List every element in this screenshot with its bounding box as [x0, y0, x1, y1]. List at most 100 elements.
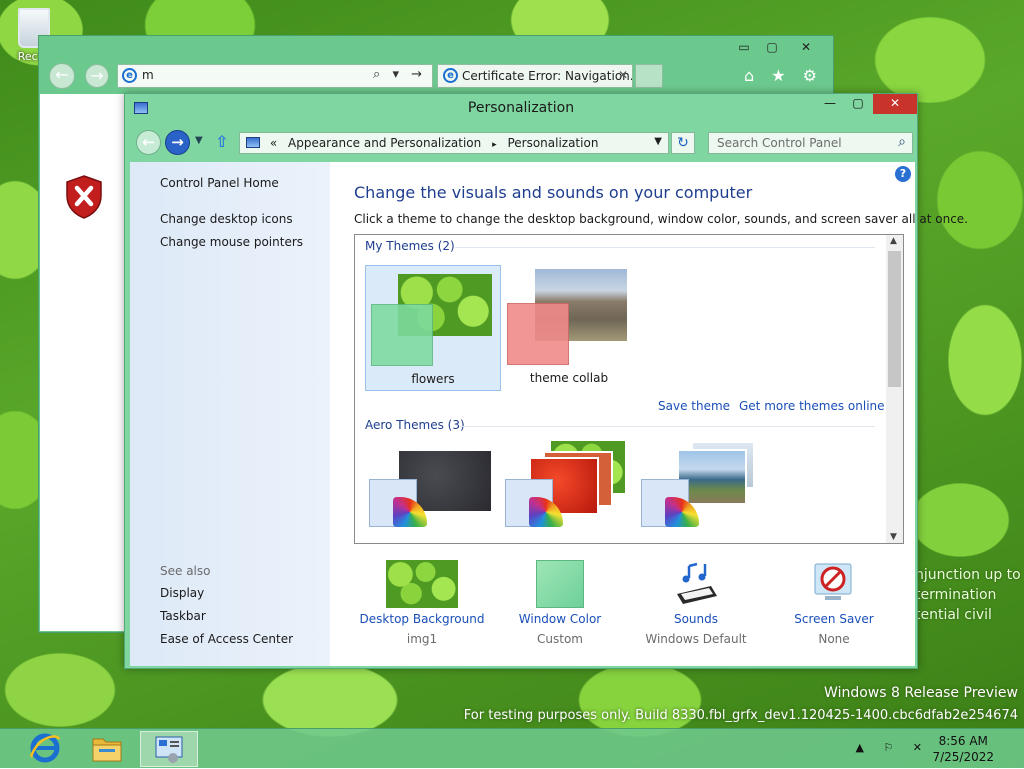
- see-also-taskbar[interactable]: Taskbar: [160, 609, 206, 623]
- aero-theme-tile-landscapes[interactable]: [637, 441, 773, 543]
- theme-tile-theme-collab[interactable]: theme collab: [501, 265, 637, 391]
- clock[interactable]: 8:56 AM 7/25/2022: [932, 733, 994, 765]
- arrow-left-icon: ←: [142, 133, 155, 151]
- refresh-icon: ↻: [677, 135, 689, 151]
- screen-saver-icon: [814, 563, 852, 600]
- window-color-setting[interactable]: Window Color Custom: [495, 560, 625, 646]
- taskbar: ▲ ⚐ ✕ 8:56 AM 7/25/2022: [0, 728, 1024, 768]
- taskbar-file-explorer[interactable]: [78, 731, 136, 767]
- theme-list[interactable]: My Themes (2) flowers theme collab Save …: [354, 234, 904, 544]
- personalization-window[interactable]: Personalization — ▢ ✕ ← → ▼ ⇧ « Appearan…: [124, 93, 968, 669]
- close-button[interactable]: ✕: [873, 94, 917, 114]
- scroll-up-icon[interactable]: ▲: [890, 236, 897, 246]
- background-text-line: tential civil: [915, 607, 992, 623]
- background-text-line: njunction up to: [915, 567, 1021, 583]
- setting-name: Sounds: [673, 612, 719, 626]
- theme-color-swatch: [507, 303, 569, 365]
- breadcrumb-item-appearance[interactable]: Appearance and Personalization: [288, 136, 481, 150]
- maximize-button[interactable]: ▢: [845, 94, 871, 114]
- taskbar-internet-explorer[interactable]: [16, 731, 74, 767]
- screen-saver-setting[interactable]: Screen Saver None: [769, 560, 899, 646]
- theme-color-swatch: [371, 304, 433, 366]
- address-tools-icon[interactable]: ⌕ ▾ →: [373, 67, 426, 82]
- sidebar-item-change-desktop-icons[interactable]: Change desktop icons: [160, 212, 293, 226]
- ie-new-tab-button[interactable]: [635, 64, 663, 88]
- ie-close-button[interactable]: ✕: [793, 38, 819, 56]
- watermark-build: For testing purposes only. Build 8330.fb…: [463, 708, 1018, 723]
- taskbar-control-panel[interactable]: [140, 731, 198, 767]
- setting-value: Windows Default: [645, 632, 747, 646]
- page-subtitle: Click a theme to change the desktop back…: [354, 212, 968, 226]
- minimize-button[interactable]: —: [817, 94, 843, 114]
- setting-value: None: [818, 632, 850, 646]
- ie-logo-icon: e: [443, 68, 458, 83]
- ie-address-value: m: [142, 68, 154, 82]
- control-panel-icon: [155, 736, 183, 763]
- refresh-button[interactable]: ↻: [671, 132, 695, 154]
- ie-home-favorites-tools-icons[interactable]: ⌂ ★ ⚙: [744, 66, 823, 85]
- search-input[interactable]: Search Control Panel ⌕: [708, 132, 913, 154]
- search-icon[interactable]: ⌕: [898, 134, 906, 150]
- watermark-edition: Windows 8 Release Preview: [824, 685, 1018, 701]
- aero-theme-tile-dark[interactable]: [365, 443, 501, 543]
- arrow-right-icon: →: [171, 133, 184, 151]
- scrollbar-thumb[interactable]: [888, 251, 901, 387]
- background-text-line: termination: [915, 587, 997, 603]
- sidebar-item-change-mouse-pointers[interactable]: Change mouse pointers: [160, 235, 303, 249]
- clock-time: 8:56 AM: [938, 734, 988, 748]
- theme-tile-flowers[interactable]: flowers: [365, 265, 501, 391]
- page-title: Change the visuals and sounds on your co…: [354, 183, 753, 202]
- ie-back-button[interactable]: ←: [49, 63, 75, 89]
- sounds-icon: [677, 562, 717, 604]
- ie-tab-title: Certificate Error: Navigation...: [462, 69, 633, 83]
- arrow-left-icon: ←: [55, 65, 69, 84]
- close-tab-icon[interactable]: ✕: [618, 68, 628, 82]
- arrow-right-icon: →: [90, 66, 104, 85]
- clock-date: 7/25/2022: [932, 750, 994, 764]
- file-explorer-icon: [92, 738, 122, 762]
- help-icon[interactable]: ?: [895, 166, 911, 182]
- breadcrumb[interactable]: « Appearance and Personalization ▸ Perso…: [239, 132, 669, 154]
- aero-themes-heading: Aero Themes (3): [365, 418, 465, 432]
- sidebar: Control Panel Home Change desktop icons …: [130, 162, 330, 666]
- aero-theme-tile-flowers[interactable]: [501, 441, 637, 543]
- window-color-swatch: [536, 560, 584, 608]
- setting-name: Screen Saver: [794, 612, 874, 626]
- recent-pages-chevron-down-icon[interactable]: ▼: [195, 135, 203, 146]
- ie-logo-icon: e: [122, 68, 137, 83]
- certificate-error-shield-icon: [66, 175, 102, 219]
- breadcrumb-overflow[interactable]: «: [270, 136, 277, 150]
- theme-list-scrollbar[interactable]: ▲ ▼: [886, 235, 903, 543]
- window-title: Personalization: [467, 100, 575, 116]
- see-also-ease-of-access[interactable]: Ease of Access Center: [160, 632, 293, 646]
- setting-value: Custom: [537, 632, 583, 646]
- breadcrumb-separator-icon[interactable]: ▸: [492, 140, 497, 150]
- section-divider: [455, 247, 875, 248]
- ie-maximize-button[interactable]: ▢: [759, 38, 785, 56]
- system-tray-icons[interactable]: ▲ ⚐ ✕: [855, 741, 930, 754]
- breadcrumb-item-personalization[interactable]: Personalization: [507, 136, 598, 150]
- content-area: Control Panel Home Change desktop icons …: [130, 162, 968, 666]
- theme-name: theme collab: [529, 371, 609, 385]
- get-more-themes-link[interactable]: Get more themes online: [739, 399, 885, 413]
- ie-tab-certificate-error[interactable]: e Certificate Error: Navigation... ✕: [437, 64, 633, 88]
- save-theme-link[interactable]: Save theme: [658, 399, 730, 413]
- sidebar-item-control-panel-home[interactable]: Control Panel Home: [160, 176, 279, 190]
- scroll-down-icon[interactable]: ▼: [890, 532, 897, 542]
- sounds-setting[interactable]: Sounds Windows Default: [631, 560, 761, 646]
- see-also-display[interactable]: Display: [160, 586, 204, 600]
- forward-button[interactable]: →: [165, 130, 190, 155]
- desktop-background-setting[interactable]: Desktop Background img1: [357, 560, 487, 646]
- ie-forward-button[interactable]: →: [85, 64, 109, 88]
- up-arrow-icon[interactable]: ⇧: [215, 132, 228, 151]
- chevron-down-icon[interactable]: ▼: [654, 136, 662, 147]
- setting-name: Desktop Background: [359, 612, 485, 626]
- ie-address-bar[interactable]: e m ⌕ ▾ →: [117, 64, 433, 88]
- back-button[interactable]: ←: [136, 130, 161, 155]
- search-placeholder: Search Control Panel: [717, 136, 842, 150]
- ie-minimize-button[interactable]: ▭: [731, 38, 757, 56]
- theme-name: flowers: [411, 372, 455, 386]
- desktop-background-thumbnail: [386, 560, 458, 608]
- section-divider: [459, 426, 875, 427]
- see-also-heading: See also: [160, 564, 211, 578]
